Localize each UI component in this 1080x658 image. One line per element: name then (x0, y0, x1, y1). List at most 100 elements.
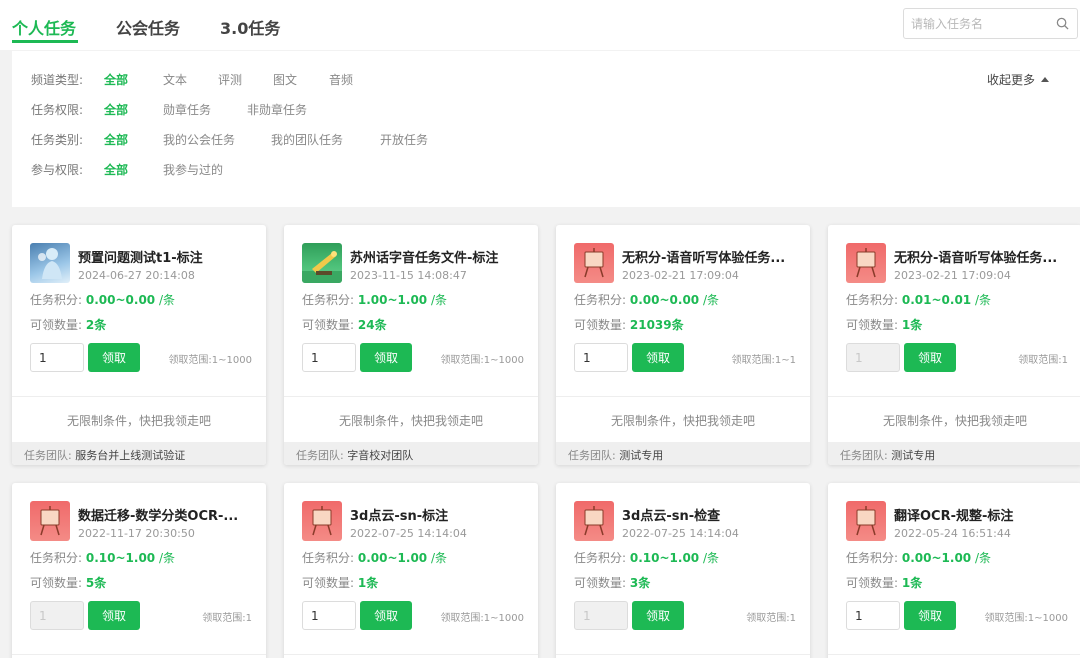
points-value: 0.00~1.00 (901, 551, 972, 565)
no-condition-text: 无限制条件，快把我领走吧 (882, 414, 1027, 428)
count-label: 可领数量: (302, 576, 355, 590)
task-thumbnail (846, 501, 886, 541)
claim-button[interactable]: 领取 (632, 601, 684, 630)
task-date: 2022-07-25 14:14:04 (350, 527, 467, 540)
filter-option-participated[interactable]: 我参与过的 (163, 161, 223, 178)
task-count: 可领数量: 24条 (302, 316, 387, 333)
filter-option-non-medal-tasks[interactable]: 非勋章任务 (247, 101, 307, 118)
task-title[interactable]: 预置问题测试t1-标注 (78, 247, 253, 266)
task-count: 可领数量: 3条 (574, 574, 650, 591)
task-title[interactable]: 数据迁移-数学分类OCR-... (78, 505, 253, 524)
count-unit: 条 (94, 576, 107, 590)
claim-button[interactable]: 领取 (88, 601, 140, 630)
task-thumbnail (30, 501, 70, 541)
filter-option-my-guild-tasks[interactable]: 我的公会任务 (163, 131, 235, 148)
task-card: 翻译OCR-规整-标注 2022-05-24 16:51:44 任务积分: 0.… (828, 483, 1080, 658)
tab-3-0-tasks[interactable]: 3.0任务 (220, 15, 280, 39)
search-icon[interactable] (1056, 17, 1069, 30)
tab-personal-tasks[interactable]: 个人任务 (12, 15, 76, 39)
claim-range: 领取范围:1 (1018, 355, 1068, 366)
quantity-input[interactable] (302, 601, 356, 630)
count-value: 1 (357, 576, 367, 590)
task-title[interactable]: 无积分-语音听写体验任务... (622, 247, 797, 266)
task-title[interactable]: 3d点云-sn-标注 (350, 505, 525, 524)
easel-icon (40, 506, 60, 536)
task-points: 任务积分: 0.10~1.00 /条 (574, 549, 719, 566)
filter-option-review[interactable]: 评测 (218, 71, 242, 88)
collapse-more-button[interactable]: 收起更多 (987, 71, 1050, 88)
search-input[interactable] (904, 9, 1044, 38)
filter-option-my-team-tasks[interactable]: 我的团队任务 (271, 131, 343, 148)
count-unit: 条 (94, 318, 107, 332)
points-label: 任务积分: (30, 551, 83, 565)
claim-button[interactable]: 领取 (88, 343, 140, 372)
task-count: 可领数量: 2条 (30, 316, 106, 333)
quantity-input (30, 601, 84, 630)
divider (828, 396, 1080, 397)
divider (828, 654, 1080, 655)
task-date: 2023-02-21 17:09:04 (622, 269, 739, 282)
filter-option-all[interactable]: 全部 (104, 131, 128, 148)
task-title[interactable]: 无积分-语音听写体验任务... (894, 247, 1069, 266)
easel-icon (584, 248, 604, 278)
count-unit: 条 (910, 576, 923, 590)
top-bar: 个人任务 公会任务 3.0任务 (0, 0, 1080, 50)
count-value: 2 (85, 318, 95, 332)
quantity-input[interactable] (846, 601, 900, 630)
points-unit: /条 (974, 551, 992, 565)
claim-range: 领取范围:1~1000 (984, 613, 1068, 624)
points-unit: /条 (702, 551, 720, 565)
task-title[interactable]: 苏州话字音任务文件-标注 (350, 247, 525, 266)
task-thumbnail (574, 501, 614, 541)
task-thumbnail (302, 243, 342, 283)
megaphone-icon (302, 251, 342, 283)
easel-icon (856, 506, 876, 536)
filter-option-audio[interactable]: 音频 (329, 71, 353, 88)
task-title[interactable]: 翻译OCR-规整-标注 (894, 505, 1069, 524)
filter-option-all[interactable]: 全部 (104, 101, 128, 118)
quantity-input[interactable] (574, 343, 628, 372)
count-label: 可领数量: (574, 576, 627, 590)
divider (284, 654, 538, 655)
task-date: 2023-02-21 17:09:04 (894, 269, 1011, 282)
points-label: 任务积分: (846, 551, 899, 565)
filter-option-open-tasks[interactable]: 开放任务 (380, 131, 428, 148)
points-label: 任务积分: (302, 293, 355, 307)
divider (12, 654, 266, 655)
count-unit: 条 (638, 576, 651, 590)
no-condition-text: 无限制条件，快把我领走吧 (338, 414, 483, 428)
no-condition-text: 无限制条件，快把我领走吧 (66, 414, 211, 428)
claim-button[interactable]: 领取 (360, 601, 412, 630)
task-points: 任务积分: 0.00~1.00 /条 (302, 549, 447, 566)
task-card: 预置问题测试t1-标注 2024-06-27 20:14:08 任务积分: 0.… (12, 225, 266, 465)
points-label: 任务积分: (574, 551, 627, 565)
filter-option-medal-tasks[interactable]: 勋章任务 (163, 101, 211, 118)
claim-button[interactable]: 领取 (632, 343, 684, 372)
filter-option-all[interactable]: 全部 (104, 71, 128, 88)
quantity-input[interactable] (30, 343, 84, 372)
filter-option-text[interactable]: 文本 (163, 71, 187, 88)
task-count: 可领数量: 5条 (30, 574, 106, 591)
claim-range: 领取范围:1~1000 (440, 613, 524, 624)
points-unit: /条 (430, 551, 448, 565)
claim-button[interactable]: 领取 (904, 601, 956, 630)
quantity-input[interactable] (302, 343, 356, 372)
filter-option-image-text[interactable]: 图文 (273, 71, 297, 88)
claim-button[interactable]: 领取 (360, 343, 412, 372)
points-value: 0.00~0.00 (85, 293, 156, 307)
task-points: 任务积分: 0.01~0.01 /条 (846, 291, 991, 308)
claim-range: 领取范围:1~1000 (440, 355, 524, 366)
count-unit: 条 (671, 318, 684, 332)
points-unit: /条 (974, 293, 992, 307)
team-label: 任务团队: (296, 449, 344, 462)
divider (556, 396, 810, 397)
search-box (903, 8, 1078, 39)
collapse-more-label: 收起更多 (987, 73, 1036, 87)
tab-guild-tasks[interactable]: 公会任务 (116, 15, 180, 39)
task-title[interactable]: 3d点云-sn-检查 (622, 505, 797, 524)
task-card: 3d点云-sn-标注 2022-07-25 14:14:04 任务积分: 0.0… (284, 483, 538, 658)
points-value: 0.10~1.00 (85, 551, 156, 565)
filter-option-all[interactable]: 全部 (104, 161, 128, 178)
claim-button[interactable]: 领取 (904, 343, 956, 372)
points-value: 0.01~0.01 (901, 293, 972, 307)
